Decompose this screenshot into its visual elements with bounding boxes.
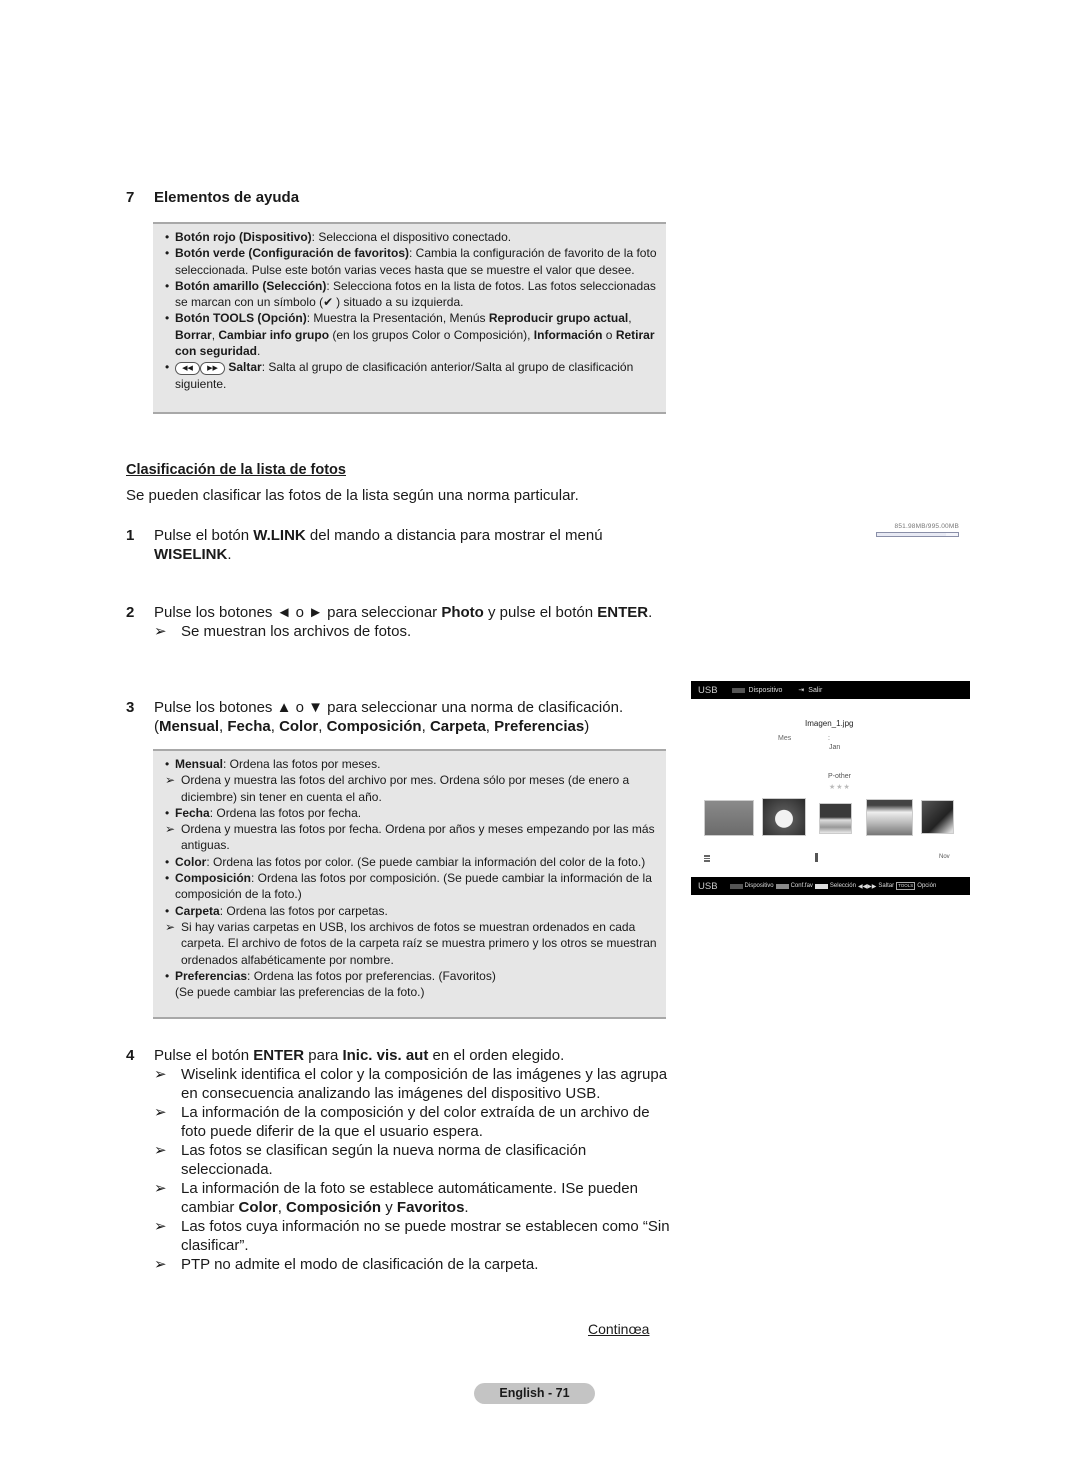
list-item: Carpeta: Ordena las fotos por carpetas. [165, 903, 658, 920]
help-elements-box: Botón rojo (Dispositivo): Selecciona el … [153, 222, 666, 414]
thumbnail-tree-sky[interactable] [921, 800, 954, 834]
sort-value: Jan [829, 744, 841, 751]
continue-link[interactable]: Continœa [588, 1321, 649, 1337]
list-item: Color: Ordena las fotos por color. (Se p… [165, 854, 658, 871]
device-button[interactable]: Dispositivo [749, 687, 783, 694]
note-item: ➢ La información de la composición y del … [154, 1104, 650, 1140]
note-item: ➢ Las fotos se clasifican según la nueva … [154, 1142, 587, 1178]
note-item: ➢ La información de la foto se establece … [154, 1180, 638, 1216]
arrow-icon: ➢ [154, 1142, 167, 1159]
thumbnail-flower[interactable] [762, 798, 806, 836]
group-list-icon[interactable] [704, 855, 710, 862]
note-item: ➢ Las fotos cuya información no se puede … [154, 1218, 670, 1254]
step-1: 1 Pulse el botón W.LINK del mando a dist… [126, 527, 603, 563]
list-item: Fecha: Ordena las fotos por fecha. [165, 805, 658, 822]
step-3: 3 Pulse los botones ▲ o ▼ para seleccion… [126, 699, 624, 735]
thumbnail-snowy-mountain[interactable] [866, 799, 913, 836]
note-item: ➢ Wiselink identifica el color y la compo… [154, 1066, 668, 1102]
note-item: ➢ Ordena y muestra las fotos del archivo … [165, 773, 630, 804]
list-item: Botón verde (Configuración de favoritos)… [165, 245, 658, 278]
list-item: Mensual: Ordena las fotos por meses. [165, 756, 658, 773]
intro-paragraph: Se pueden clasificar las fotos de la lis… [126, 487, 579, 504]
section-heading: 7 Elementos de ayuda [126, 189, 300, 206]
arrow-icon: ➢ [154, 1066, 167, 1083]
storage-text: 851.98MB/995.00MB [894, 523, 959, 530]
page-number-badge: English - 71 [474, 1383, 595, 1404]
arrow-icon: ➢ [154, 623, 167, 640]
note-item: ➢ PTP no admite el modo de clasificación … [154, 1256, 539, 1273]
sort-colon: : [828, 735, 830, 742]
arrow-icon: ➢ [154, 1256, 167, 1273]
tv-photo-list-screen: USB Dispositivo ⇥ Salir Imagen_1.jpg Mes… [691, 681, 970, 897]
rating-stars-icon: ★★★ [829, 784, 851, 791]
thumbnail-sky-clouds[interactable] [819, 803, 852, 834]
favorite-settings-button[interactable]: Conf.fav [791, 883, 813, 889]
option-button[interactable]: Opción [917, 883, 936, 889]
red-button-icon [729, 883, 743, 889]
usb-label: USB [698, 684, 718, 696]
exit-button[interactable]: Salir [808, 687, 822, 694]
thumbnail-sheep[interactable] [704, 800, 754, 836]
list-item: Preferencias: Ordena las fotos por prefe… [165, 968, 658, 985]
note-item: ➢ Si hay varias carpetas en USB, los arch… [165, 919, 657, 967]
list-item: ◀◀▶▶ Saltar: Salta al grupo de clasifica… [165, 359, 658, 392]
subsection-heading: Clasificación de la lista de fotos [126, 462, 346, 478]
file-name: Imagen_1.jpg [805, 719, 854, 728]
tools-icon: TOOLS [896, 882, 916, 890]
green-button-icon [775, 883, 789, 889]
arrow-icon: ➢ [154, 1180, 167, 1197]
list-item: Botón amarillo (Selección): Selecciona f… [165, 278, 658, 311]
arrow-icon: ➢ [165, 919, 176, 934]
arrow-icon: ➢ [165, 773, 176, 788]
step-2: 2 Pulse los botones ◄ o ► para seleccion… [126, 604, 653, 640]
step-4: 4 Pulse el botón ENTER para Inic. vis. a… [126, 1046, 676, 1274]
skip-icon: ◀◀▶▶ [857, 883, 877, 890]
list-item: Composición: Ordena las fotos por compos… [165, 870, 658, 903]
next-group-label[interactable]: Nov [939, 854, 950, 860]
skip-button[interactable]: Saltar [878, 883, 894, 889]
device-button[interactable]: Dispositivo [745, 883, 774, 889]
exit-icon: ⇥ [798, 687, 805, 694]
sort-criteria-box: Mensual: Ordena las fotos por meses. ➢Or… [153, 749, 666, 1019]
arrow-icon: ➢ [154, 1104, 167, 1121]
fast-forward-button-icon: ▶▶ [200, 361, 225, 375]
note-item: ➢ Ordena y muestra las fotos por fecha. O… [165, 822, 655, 853]
storage-bar-fill [877, 533, 947, 536]
top-bar: USB Dispositivo ⇥ Salir [691, 681, 970, 699]
position-marker [815, 853, 818, 862]
storage-bar [876, 532, 959, 537]
sort-label: Mes [778, 735, 792, 742]
preference-value: P-other [828, 773, 851, 780]
note-text: (Se puede cambiar las preferencias de la… [175, 985, 425, 1000]
selection-button[interactable]: Selección [830, 883, 856, 889]
rewind-button-icon: ◀◀ [175, 361, 200, 375]
list-item: Botón rojo (Dispositivo): Selecciona el … [165, 229, 658, 246]
storage-indicator: 851.98MB/995.00MB [876, 523, 959, 537]
yellow-button-icon [814, 883, 828, 889]
usb-label: USB [698, 880, 718, 892]
arrow-icon: ➢ [154, 1218, 167, 1235]
list-item: Botón TOOLS (Opción): Muestra la Present… [165, 310, 658, 359]
bottom-bar: USB Dispositivo Conf.fav Selección ◀◀▶▶ … [691, 877, 970, 895]
red-button-icon [731, 687, 745, 693]
arrow-icon: ➢ [165, 822, 176, 837]
checkmark-icon: ✔ [323, 295, 334, 310]
